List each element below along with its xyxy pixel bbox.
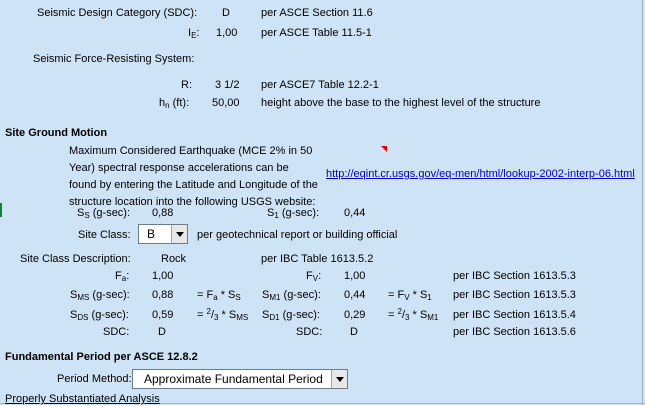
row-selection-marker <box>0 203 2 217</box>
hn-label: hn (ft): <box>159 97 190 110</box>
site-class-description-value: Rock <box>161 253 187 265</box>
sdc-reference: per IBC Section 1613.5.6 <box>453 326 576 338</box>
comment-indicator-icon[interactable] <box>381 146 387 152</box>
site-class-dropdown[interactable]: B <box>138 224 188 244</box>
period-method-selected: Approximate Fundamental Period <box>144 372 323 386</box>
sd1-value: 0,29 <box>344 309 366 321</box>
mce-description: Maximum Considered Earthquake (MCE 2% in… <box>69 143 318 211</box>
r-value[interactable]: 3 1/2 <box>215 78 239 92</box>
sm1-formula: = FV * S1 <box>388 289 432 302</box>
sd1-reference: per IBC Section 1613.5.4 <box>453 309 576 321</box>
sd1-label: SD1 (g-sec): <box>262 309 320 322</box>
period-method-label: Period Method: <box>57 373 132 385</box>
r-label: R: <box>181 79 192 91</box>
ie-value[interactable]: 1,00 <box>216 26 237 40</box>
site-class-selected: B <box>147 227 156 241</box>
sd1-formula: = 2/3 * SM1 <box>388 307 439 322</box>
chevron-down-icon[interactable] <box>331 370 347 388</box>
ss-value[interactable]: 0,88 <box>152 206 173 220</box>
sdc-label: Seismic Design Category (SDC): <box>37 7 198 19</box>
sm1-label: SM1 (g-sec): <box>262 289 321 302</box>
sdc-sds-value: D <box>158 326 166 338</box>
sfrs-label: Seismic Force-Resisting System: <box>33 53 195 65</box>
sms-value: 0,88 <box>152 289 174 301</box>
mce-description-line: Maximum Considered Earthquake (MCE 2% in… <box>69 145 313 157</box>
s1-value[interactable]: 0,44 <box>344 206 365 220</box>
fv-reference: per IBC Section 1613.5.3 <box>453 270 576 282</box>
ie-reference: per ASCE Table 11.5-1 <box>261 27 372 39</box>
column-gridline <box>642 0 643 405</box>
sds-formula: = 2/3 * SMS <box>197 307 249 322</box>
hn-value[interactable]: 50,00 <box>212 96 240 110</box>
r-reference: per ASCE7 Table 12.2-1 <box>261 79 379 91</box>
fundamental-period-heading: Fundamental Period per ASCE 12.8.2 <box>5 351 198 363</box>
sms-label: SMS (g-sec): <box>70 289 130 302</box>
fv-value[interactable]: 1,00 <box>344 269 365 283</box>
sdc-sd1-label: SDC: <box>296 326 323 338</box>
sms-formula: = Fa * SS <box>197 289 241 302</box>
site-class-reference: per geotechnical report or building offi… <box>197 229 398 241</box>
spreadsheet-sheet: Seismic Design Category (SDC): D per ASC… <box>0 0 645 405</box>
chevron-down-icon[interactable] <box>171 225 187 243</box>
sm1-reference: per IBC Section 1613.5.3 <box>453 289 576 301</box>
sdc-value[interactable]: D <box>222 6 230 20</box>
ss-label: SS (g-sec): <box>77 207 131 220</box>
sm1-value: 0,44 <box>344 289 366 301</box>
period-method-dropdown[interactable]: Approximate Fundamental Period <box>132 369 348 389</box>
site-class-description-reference: per IBC Table 1613.5.2 <box>261 253 374 265</box>
fv-label: FV: <box>306 270 322 283</box>
fa-value[interactable]: 1,00 <box>152 269 173 283</box>
sds-value: 0,59 <box>152 309 174 321</box>
site-class-description-label: Site Class Description: <box>20 253 131 265</box>
fa-label: Fa: <box>115 270 130 283</box>
properly-substantiated-analysis-label: Properly Substantiated Analysis <box>5 393 160 405</box>
mce-description-line: Year) spectral response accelerations ca… <box>69 162 289 174</box>
sds-label: SDS (g-sec): <box>70 309 129 322</box>
s1-label: S1 (g-sec): <box>267 207 320 220</box>
usgs-website-link[interactable]: http://eqint.cr.usgs.gov/eq-men/html/loo… <box>326 167 635 181</box>
sdc-sd1-value: D <box>350 326 358 338</box>
site-ground-motion-heading: Site Ground Motion <box>5 127 108 139</box>
sdc-sds-label: SDC: <box>103 326 130 338</box>
sdc-reference: per ASCE Section 11.6 <box>261 7 373 19</box>
mce-description-line: found by entering the Latitude and Longi… <box>69 179 318 191</box>
ie-label: IE: <box>188 27 200 40</box>
hn-reference: height above the base to the highest lev… <box>261 97 541 109</box>
site-class-label: Site Class: <box>78 229 131 241</box>
